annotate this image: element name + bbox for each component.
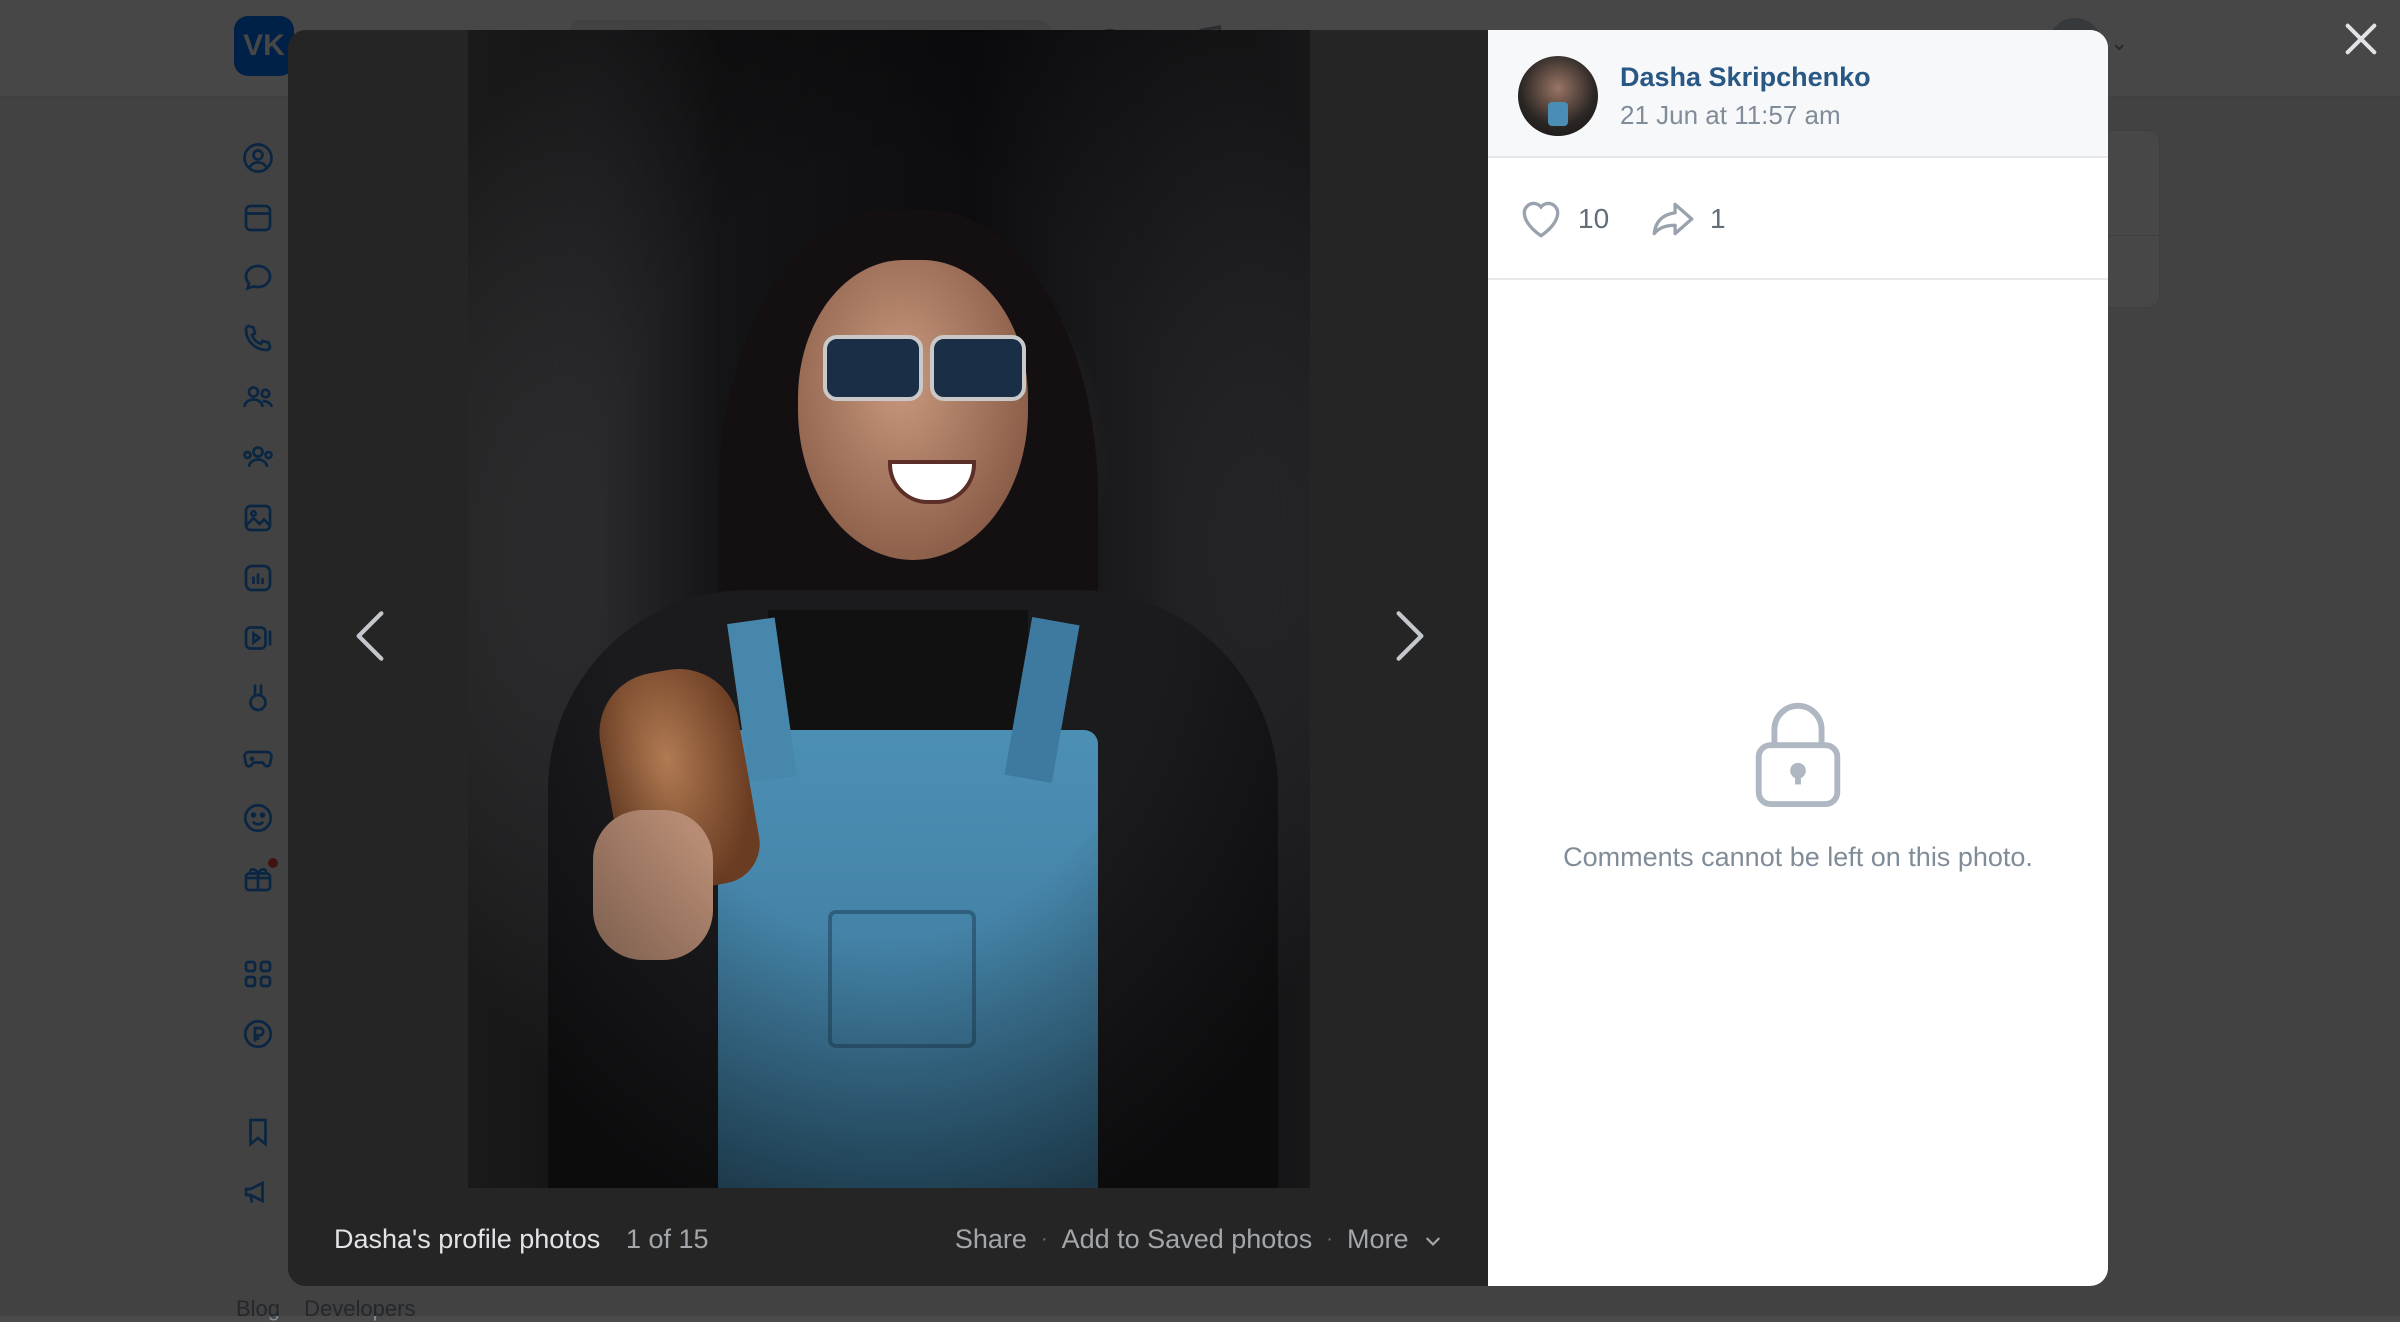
- chevron-left-icon: [356, 611, 384, 661]
- share-button[interactable]: 1: [1648, 194, 1726, 244]
- share-count: 1: [1710, 203, 1726, 234]
- action-separator: ·: [1326, 1228, 1333, 1250]
- share-arrow-icon: [1652, 202, 1694, 236]
- author-avatar[interactable]: [1518, 56, 1598, 136]
- comments-disabled-notice: Comments cannot be left on this photo.: [1563, 842, 2033, 872]
- more-action[interactable]: More: [1347, 1224, 1442, 1255]
- action-separator: ·: [1040, 1228, 1048, 1250]
- photo-viewer: Dasha's profile photos 1 of 15 Share · A…: [288, 30, 2108, 1286]
- photo-info-panel: Dasha Skripchenko 21 Jun at 11:57 am 10 …: [1488, 30, 2108, 1286]
- add-to-saved-action[interactable]: Add to Saved photos: [1062, 1224, 1313, 1255]
- next-photo-button[interactable]: [1380, 596, 1440, 676]
- share-action[interactable]: Share: [955, 1224, 1027, 1255]
- album-title-link[interactable]: Dasha's profile photos: [334, 1224, 600, 1255]
- photo-pane: Dasha's profile photos 1 of 15 Share · A…: [288, 30, 1488, 1286]
- close-icon: [2345, 23, 2377, 55]
- photo-image[interactable]: [468, 30, 1310, 1188]
- photo-toolbar: Dasha's profile photos 1 of 15 Share · A…: [288, 1188, 1488, 1286]
- photo-actions: Share · Add to Saved photos · More: [955, 1224, 1442, 1255]
- author-header: Dasha Skripchenko 21 Jun at 11:57 am: [1488, 30, 2108, 158]
- like-button[interactable]: 10: [1516, 194, 1609, 244]
- previous-photo-button[interactable]: [340, 596, 400, 676]
- like-count: 10: [1578, 203, 1610, 234]
- heart-icon: [1522, 201, 1560, 238]
- photo-counter: 1 of 15: [626, 1224, 709, 1254]
- reactions-bar: 10 1: [1488, 158, 2108, 280]
- lock-icon: [1744, 698, 1852, 808]
- chevron-right-icon: [1396, 611, 1424, 661]
- post-date: 21 Jun at 11:57 am: [1620, 100, 1841, 130]
- close-button[interactable]: [2338, 16, 2384, 62]
- more-label: More: [1346, 1224, 1409, 1254]
- chevron-down-icon: [1426, 1237, 1440, 1246]
- author-name-link[interactable]: Dasha Skripchenko: [1620, 62, 1871, 93]
